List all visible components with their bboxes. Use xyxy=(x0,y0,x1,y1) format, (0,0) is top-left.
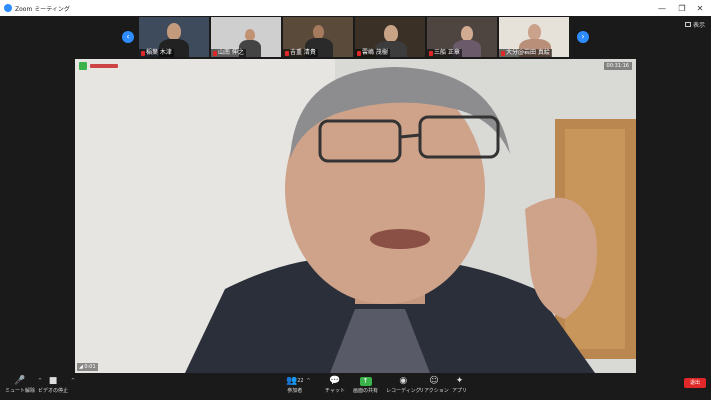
reaction-icon: ☺ xyxy=(429,376,439,386)
share-screen-icon-wrap: ↑ xyxy=(359,375,372,387)
participant-name: 雲嶋 茂樹 xyxy=(362,49,388,56)
participants-button[interactable]: 👥 22 参加者 ^ xyxy=(286,375,311,394)
record-icon: ◉ xyxy=(399,376,408,386)
video-camera-icon: ■ xyxy=(48,376,58,386)
mouth xyxy=(370,229,430,249)
participant-name-tag: 大分@岩田 真絵 xyxy=(499,49,552,57)
participant-count: 22 xyxy=(297,378,304,384)
thumbnails-prev-button[interactable]: ‹ xyxy=(122,31,134,43)
glasses-bridge xyxy=(399,133,421,139)
window-title: Zoom ミーティング xyxy=(15,5,70,13)
muted-mic-icon xyxy=(429,50,433,56)
participant-face xyxy=(461,26,473,41)
participant-thumbnail[interactable]: 稲葉 木津 xyxy=(139,17,209,57)
share-screen-button[interactable]: ↑ 画面の共有 xyxy=(353,375,378,394)
participant-thumbnail[interactable]: 大分@岩田 真絵 xyxy=(499,17,569,57)
participant-face xyxy=(313,25,324,39)
participant-name-tag: 吉重 清貴 xyxy=(283,49,318,57)
muted-mic-icon xyxy=(285,50,289,56)
apps-button[interactable]: ✦ アプリ xyxy=(452,375,467,394)
video-label: ビデオの停止 xyxy=(38,388,69,394)
speaker-video-frame xyxy=(75,59,636,373)
view-button-label: 表示 xyxy=(692,22,705,29)
mute-label: ミュート解除 xyxy=(5,388,36,394)
participant-thumbnail[interactable]: 雲嶋 茂樹 xyxy=(355,17,425,57)
chevron-left-icon: ‹ xyxy=(126,32,130,41)
meeting-timer: 00:31:16 xyxy=(603,62,632,70)
recording-indicator xyxy=(90,64,118,68)
shield-icon xyxy=(79,62,87,70)
participant-name-tag: 稲葉 木津 xyxy=(139,49,174,57)
close-button[interactable]: ✕ xyxy=(691,0,709,16)
participant-name-tag: 雲嶋 茂樹 xyxy=(355,49,390,57)
participant-thumbnail[interactable]: 吉重 清貴 xyxy=(283,17,353,57)
participant-thumbnail[interactable]: 山南 伸之 xyxy=(211,17,281,57)
chevron-up-icon[interactable]: ^ xyxy=(306,378,310,384)
participant-thumbnail[interactable]: 三船 正章 xyxy=(427,17,497,57)
participant-face xyxy=(384,25,398,42)
participant-name: 吉重 清貴 xyxy=(290,49,316,56)
chat-icon: 💬 xyxy=(329,376,341,386)
participant-name-tag: 山南 伸之 xyxy=(211,49,246,57)
maximize-button[interactable]: ❐ xyxy=(673,0,691,16)
share-label: 画面の共有 xyxy=(353,388,379,394)
view-button[interactable]: 表示 xyxy=(684,20,705,29)
participants-icon: 👥 22 xyxy=(286,376,304,386)
record-button[interactable]: ◉ レコーディング xyxy=(386,375,421,394)
mic-muted-icon: 🎤 xyxy=(14,376,26,386)
grid-view-icon xyxy=(684,22,691,27)
chevron-up-icon[interactable]: ^ xyxy=(71,378,75,384)
participant-name-tag: 三船 正章 xyxy=(427,49,462,57)
muted-mic-icon xyxy=(501,50,505,56)
title-bar: Zoom ミーティング — ❐ ✕ xyxy=(0,0,711,16)
apps-label: アプリ xyxy=(452,388,468,394)
active-speaker-video: 00:31:16 ◢ 0:01 xyxy=(75,59,636,373)
participant-name: 三船 正章 xyxy=(434,49,460,56)
participant-face xyxy=(167,23,181,40)
apps-icon: ✦ xyxy=(455,376,464,386)
leave-button[interactable]: 退出 xyxy=(684,378,706,388)
muted-mic-icon xyxy=(213,50,217,56)
meeting-info-badge[interactable] xyxy=(79,62,118,70)
share-screen-icon: ↑ xyxy=(359,376,372,386)
zoom-logo-icon xyxy=(4,4,12,12)
chevron-right-icon: › xyxy=(581,32,585,41)
participant-face xyxy=(528,24,541,40)
connection-signal: ◢ 0:01 xyxy=(77,363,98,371)
meeting-toolbar: 🎤 ミュート解除 ^ ■ ビデオの停止 ^ 👥 22 参加者 ^ 💬 チャット ↑… xyxy=(0,374,711,400)
thumbnails-next-button[interactable]: › xyxy=(577,31,589,43)
mute-button[interactable]: 🎤 ミュート解除 ^ xyxy=(5,375,42,394)
participant-thumbnails: 稲葉 木津 山南 伸之 吉重 清貴 雲嶋 茂樹 三船 正章 大分@岩田 真絵 xyxy=(139,17,569,57)
participant-name: 山南 伸之 xyxy=(218,49,244,56)
reactions-button[interactable]: ☺ リアクション xyxy=(419,375,449,394)
video-button[interactable]: ■ ビデオの停止 ^ xyxy=(38,375,75,394)
record-label: レコーディング xyxy=(386,388,421,394)
minimize-button[interactable]: — xyxy=(653,0,671,16)
muted-mic-icon xyxy=(141,50,145,56)
participant-name: 稲葉 木津 xyxy=(146,49,172,56)
muted-mic-icon xyxy=(357,50,361,56)
participants-label: 参加者 xyxy=(287,388,303,394)
participant-name: 大分@岩田 真絵 xyxy=(506,49,550,56)
chat-button[interactable]: 💬 チャット xyxy=(325,375,345,394)
reactions-label: リアクション xyxy=(419,388,449,394)
chat-label: チャット xyxy=(325,388,345,394)
